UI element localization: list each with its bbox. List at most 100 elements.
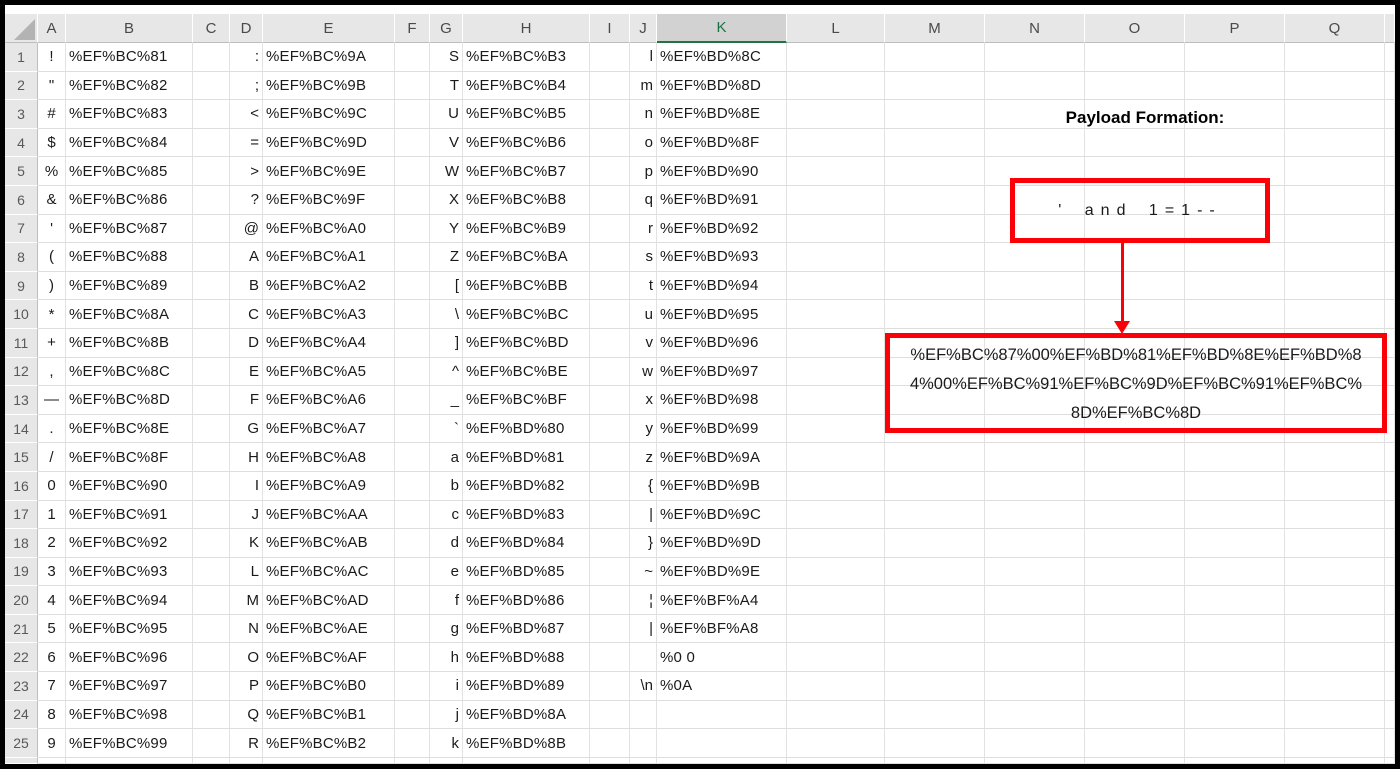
cell-B19[interactable]: %EF%BC%93 [66,557,193,587]
cell-B11[interactable]: %EF%BC%8B [66,328,193,358]
row-header-5[interactable]: 5 [5,157,38,186]
cell-x21[interactable] [1385,614,1395,644]
cell-partial[interactable] [395,757,430,764]
cell-x1[interactable] [1385,43,1395,72]
cell-E17[interactable]: %EF%BC%AA [263,500,395,530]
cell-G25[interactable]: k [430,729,463,758]
cell-K15[interactable]: %EF%BD%9A [657,443,787,472]
cell-B16[interactable]: %EF%BC%90 [66,471,193,501]
cell-E15[interactable]: %EF%BC%A8 [263,443,395,472]
cell-x20[interactable] [1385,586,1395,615]
cell-P18[interactable] [1185,529,1285,558]
cell-N17[interactable] [985,500,1085,530]
cell-F13[interactable] [395,386,430,415]
cell-I1[interactable] [590,43,630,72]
cell-I9[interactable] [590,271,630,301]
cell-K11[interactable]: %EF%BD%96 [657,328,787,358]
cell-O23[interactable] [1085,672,1185,701]
cell-D9[interactable]: B [230,271,263,301]
cell-x10[interactable] [1385,300,1395,329]
cell-L7[interactable] [787,214,885,244]
cell-P17[interactable] [1185,500,1285,530]
cell-x19[interactable] [1385,557,1395,587]
cell-H22[interactable]: %EF%BD%88 [463,643,590,673]
cell-H7[interactable]: %EF%BC%B9 [463,214,590,244]
cell-J18[interactable]: } [630,529,657,558]
cell-Q22[interactable] [1285,643,1385,673]
cell-D22[interactable]: O [230,643,263,673]
cell-B7[interactable]: %EF%BC%87 [66,214,193,244]
cell-G1[interactable]: S [430,43,463,72]
cell-x8[interactable] [1385,243,1395,272]
row-header-21[interactable]: 21 [5,614,38,644]
cell-C16[interactable] [193,471,230,501]
cell-P8[interactable] [1185,243,1285,272]
cell-I8[interactable] [590,243,630,272]
cell-C24[interactable] [193,700,230,730]
cell-G16[interactable]: b [430,471,463,501]
cell-L15[interactable] [787,443,885,472]
column-header-L[interactable]: L [787,14,885,43]
cell-x7[interactable] [1385,214,1395,244]
cell-H6[interactable]: %EF%BC%B8 [463,185,590,215]
row-header-24[interactable]: 24 [5,700,38,730]
cell-C14[interactable] [193,414,230,444]
column-header-B[interactable]: B [66,14,193,43]
cell-M1[interactable] [885,43,985,72]
cell-L25[interactable] [787,729,885,758]
cell-A1[interactable]: ! [38,43,66,72]
cell-H10[interactable]: %EF%BC%BC [463,300,590,329]
cell-E11[interactable]: %EF%BC%A4 [263,328,395,358]
cell-x22[interactable] [1385,643,1395,673]
cell-F18[interactable] [395,529,430,558]
column-header-J[interactable]: J [630,14,657,43]
cell-I18[interactable] [590,529,630,558]
cell-A8[interactable]: ( [38,243,66,272]
cell-P15[interactable] [1185,443,1285,472]
cell-O1[interactable] [1085,43,1185,72]
cell-C11[interactable] [193,328,230,358]
cell-A21[interactable]: 5 [38,614,66,644]
cell-I11[interactable] [590,328,630,358]
cell-M5[interactable] [885,157,985,186]
cell-G21[interactable]: g [430,614,463,644]
cell-K20[interactable]: %EF%BF%A4 [657,586,787,615]
cell-x25[interactable] [1385,729,1395,758]
cell-N8[interactable] [985,243,1085,272]
cell-J20[interactable]: ¦ [630,586,657,615]
cell-D4[interactable]: = [230,128,263,158]
cell-M20[interactable] [885,586,985,615]
cell-K19[interactable]: %EF%BD%9E [657,557,787,587]
cell-x9[interactable] [1385,271,1395,301]
cell-D12[interactable]: E [230,357,263,387]
row-header-25[interactable]: 25 [5,729,38,758]
cell-A18[interactable]: 2 [38,529,66,558]
cell-C19[interactable] [193,557,230,587]
cell-G3[interactable]: U [430,100,463,129]
cell-I20[interactable] [590,586,630,615]
cell-L14[interactable] [787,414,885,444]
cell-G23[interactable]: i [430,672,463,701]
cell-J19[interactable]: ~ [630,557,657,587]
cell-F5[interactable] [395,157,430,186]
cell-C18[interactable] [193,529,230,558]
column-header-Q[interactable]: Q [1285,14,1385,43]
cell-L3[interactable] [787,100,885,129]
column-header-F[interactable]: F [395,14,430,43]
cell-E12[interactable]: %EF%BC%A5 [263,357,395,387]
cell-F15[interactable] [395,443,430,472]
cell-D1[interactable]: : [230,43,263,72]
cell-P25[interactable] [1185,729,1285,758]
cell-M17[interactable] [885,500,985,530]
cell-G24[interactable]: j [430,700,463,730]
cell-K13[interactable]: %EF%BD%98 [657,386,787,415]
row-header-20[interactable]: 20 [5,586,38,615]
cell-C9[interactable] [193,271,230,301]
column-header-H[interactable]: H [463,14,590,43]
cell-J12[interactable]: w [630,357,657,387]
cell-B21[interactable]: %EF%BC%95 [66,614,193,644]
cell-O17[interactable] [1085,500,1185,530]
cell-A25[interactable]: 9 [38,729,66,758]
cell-Q21[interactable] [1285,614,1385,644]
cell-G6[interactable]: X [430,185,463,215]
